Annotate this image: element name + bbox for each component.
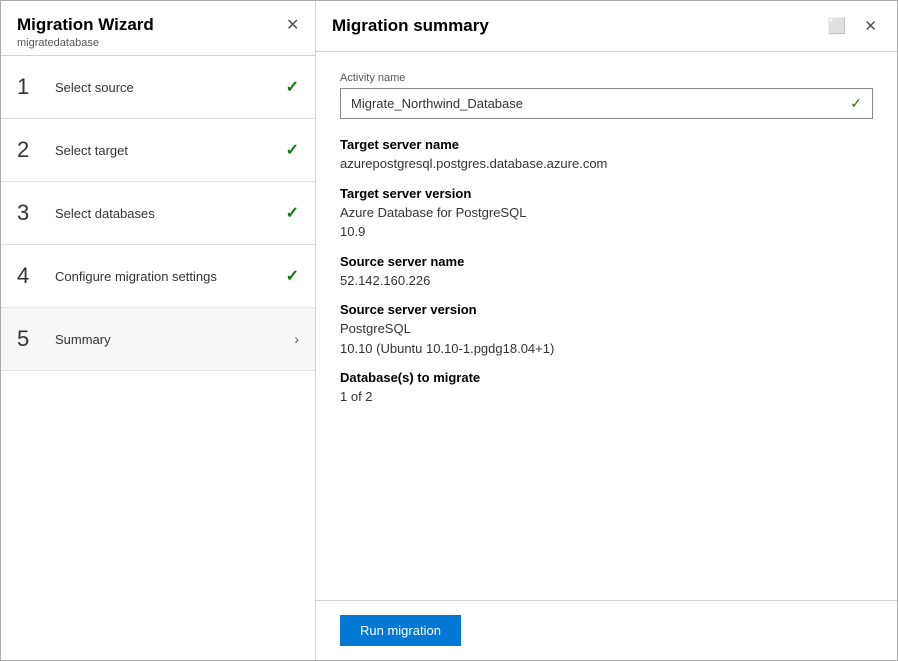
dialog-container: Migration Wizard migratedatabase ✕ 1 Sele… — [0, 0, 898, 661]
step-item-4[interactable]: 4 Configure migration settings✓ — [1, 245, 315, 308]
step-label-4: Configure migration settings — [55, 269, 286, 284]
summary-field-value-target_server_name: azurepostgresql.postgres.database.azure.… — [340, 154, 873, 174]
right-content: Activity name ✓ Target server name azurep… — [316, 52, 897, 600]
step-check-icon-1: ✓ — [286, 77, 299, 97]
right-panel: Migration summary ⬜ ✕ Activity name ✓ Ta… — [316, 1, 897, 660]
step-check-icon-3: ✓ — [286, 203, 299, 223]
step-number-1: 1 — [17, 74, 41, 100]
left-panel: Migration Wizard migratedatabase ✕ 1 Sele… — [1, 1, 316, 660]
step-check-icon-4: ✓ — [286, 266, 299, 286]
summary-field-value-source_server_name: 52.142.160.226 — [340, 271, 873, 291]
close-button[interactable]: ✕ — [860, 15, 881, 37]
run-migration-button[interactable]: Run migration — [340, 615, 461, 646]
step-item-5[interactable]: 5 Summary› — [1, 308, 315, 371]
step-number-5: 5 — [17, 326, 41, 352]
right-header: Migration summary ⬜ ✕ — [316, 1, 897, 52]
right-footer: Run migration — [316, 600, 897, 660]
step-item-2[interactable]: 2 Select target✓ — [1, 119, 315, 182]
step-label-5: Summary — [55, 332, 294, 347]
activity-name-input[interactable] — [351, 96, 850, 111]
step-number-3: 3 — [17, 200, 41, 226]
summary-field-title-source_server_name: Source server name — [340, 254, 873, 269]
step-number-4: 4 — [17, 263, 41, 289]
wizard-subtitle: migratedatabase — [17, 37, 299, 49]
summary-field-title-target_server_name: Target server name — [340, 137, 873, 152]
step-arrow-icon-5: › — [294, 331, 299, 347]
summary-section-source_server_name: Source server name 52.142.160.226 — [340, 254, 873, 291]
summary-section-source_server_version: Source server version PostgreSQL 10.10 (U… — [340, 302, 873, 358]
step-item-1[interactable]: 1 Select source✓ — [1, 56, 315, 119]
summary-section-target_server_name: Target server name azurepostgresql.postgr… — [340, 137, 873, 174]
header-actions: ⬜ ✕ — [824, 15, 881, 37]
summary-field-title-databases_to_migrate: Database(s) to migrate — [340, 370, 873, 385]
summary-field-title-target_server_version: Target server version — [340, 186, 873, 201]
step-item-3[interactable]: 3 Select databases✓ — [1, 182, 315, 245]
activity-name-input-wrapper: ✓ — [340, 88, 873, 119]
right-panel-title: Migration summary — [332, 16, 489, 36]
summary-section-target_server_version: Target server version Azure Database for … — [340, 186, 873, 242]
step-list: 1Select source✓2Select target✓3Select da… — [1, 56, 315, 660]
summary-field-value-target_server_version: Azure Database for PostgreSQL 10.9 — [340, 203, 873, 242]
activity-name-label: Activity name — [340, 72, 873, 84]
summary-field-value-source_server_version: PostgreSQL 10.10 (Ubuntu 10.10-1.pgdg18.… — [340, 319, 873, 358]
step-label-3: Select databases — [55, 206, 286, 221]
wizard-title: Migration Wizard — [17, 15, 299, 35]
step-label-2: Select target — [55, 143, 286, 158]
maximize-button[interactable]: ⬜ — [824, 15, 851, 37]
step-check-icon-2: ✓ — [286, 140, 299, 160]
wizard-close-button[interactable]: ✕ — [286, 15, 299, 35]
summary-field-value-databases_to_migrate: 1 of 2 — [340, 387, 873, 407]
summary-field-title-source_server_version: Source server version — [340, 302, 873, 317]
step-number-2: 2 — [17, 137, 41, 163]
step-label-1: Select source — [55, 80, 286, 95]
activity-name-check-icon: ✓ — [850, 95, 862, 112]
summary-section-databases_to_migrate: Database(s) to migrate 1 of 2 — [340, 370, 873, 407]
left-header: Migration Wizard migratedatabase ✕ — [1, 1, 315, 56]
summary-fields: Target server name azurepostgresql.postgr… — [340, 137, 873, 407]
